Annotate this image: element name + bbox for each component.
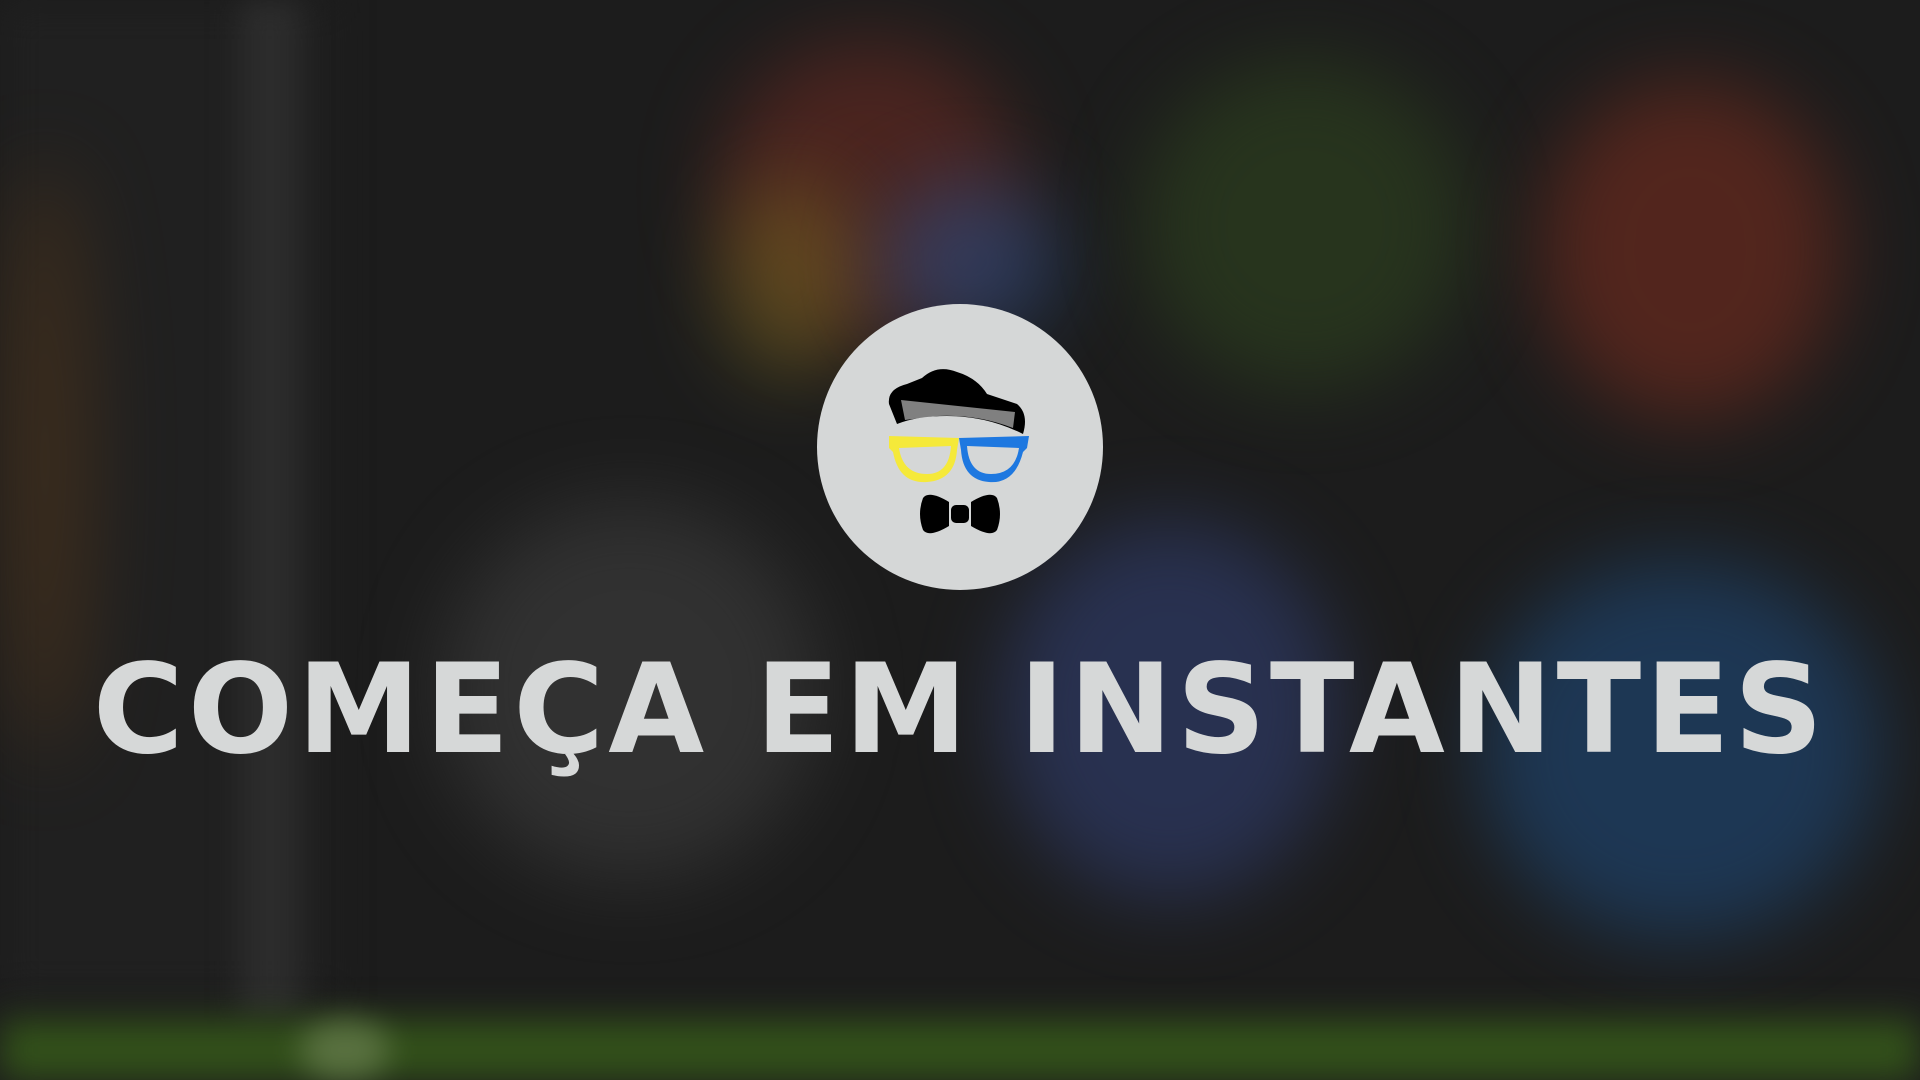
nerd-glasses-bowtie-logo-icon [888,369,1029,534]
logo-badge [817,304,1103,590]
starting-soon-title: COMEÇA EM INSTANTES [92,638,1828,782]
intro-screen: COMEÇA EM INSTANTES [0,0,1920,1080]
